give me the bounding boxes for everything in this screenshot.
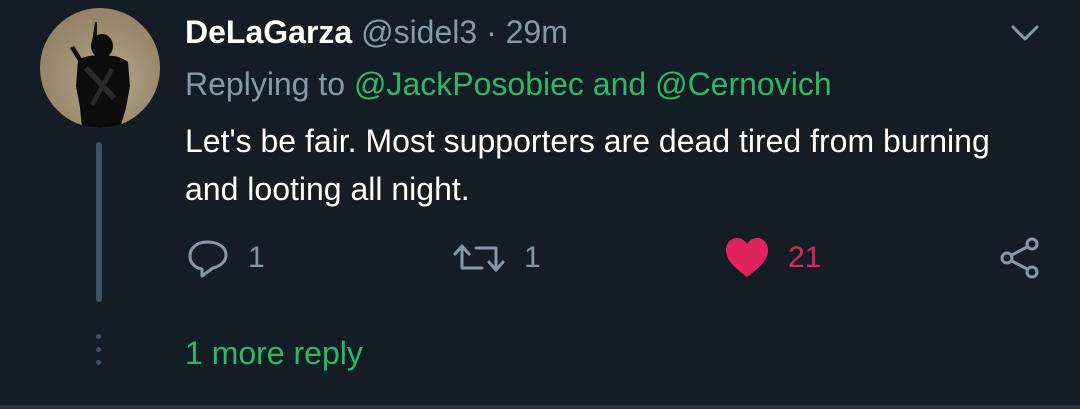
share-icon (1000, 237, 1039, 279)
reply-count: 1 (248, 241, 265, 274)
share-button[interactable] (998, 236, 1042, 280)
like-count: 21 (788, 241, 822, 274)
mention-link-1[interactable]: @JackPosobiec (354, 66, 584, 102)
avatar[interactable] (40, 8, 160, 128)
thread-dots (96, 334, 102, 373)
user-handle[interactable]: @sidel3 (361, 14, 477, 50)
more-options-button[interactable] (1005, 18, 1045, 48)
reply-icon (188, 240, 228, 278)
replying-prefix: Replying to (185, 66, 346, 102)
tweet-header: DeLaGarza @sidel3 · 29m (185, 12, 568, 52)
reply-button[interactable]: 1 (186, 236, 265, 280)
tweet-card[interactable]: DeLaGarza @sidel3 · 29m Replying to @Jac… (0, 0, 1080, 409)
mention-link-2[interactable]: @Cernovich (655, 66, 832, 102)
tweet-text: Let's be fair. Most supporters are dead … (185, 123, 990, 207)
separator: · (486, 14, 497, 50)
thread-connector-line (96, 142, 102, 302)
like-button[interactable]: 21 (724, 236, 821, 280)
timestamp[interactable]: 29m (506, 14, 568, 50)
chevron-down-icon (1011, 25, 1039, 41)
avatar-silhouette-icon (70, 22, 130, 128)
replying-to-line: Replying to @JackPosobiec and @Cernovich (185, 64, 832, 104)
mention-joiner: and (592, 66, 647, 102)
display-name[interactable]: DeLaGarza (185, 14, 352, 50)
divider (0, 405, 1080, 409)
retweet-count: 1 (524, 241, 541, 274)
heart-icon (726, 238, 768, 277)
retweet-button[interactable]: 1 (452, 236, 541, 280)
more-replies-link[interactable]: 1 more reply (185, 333, 363, 373)
retweet-icon (453, 244, 505, 272)
